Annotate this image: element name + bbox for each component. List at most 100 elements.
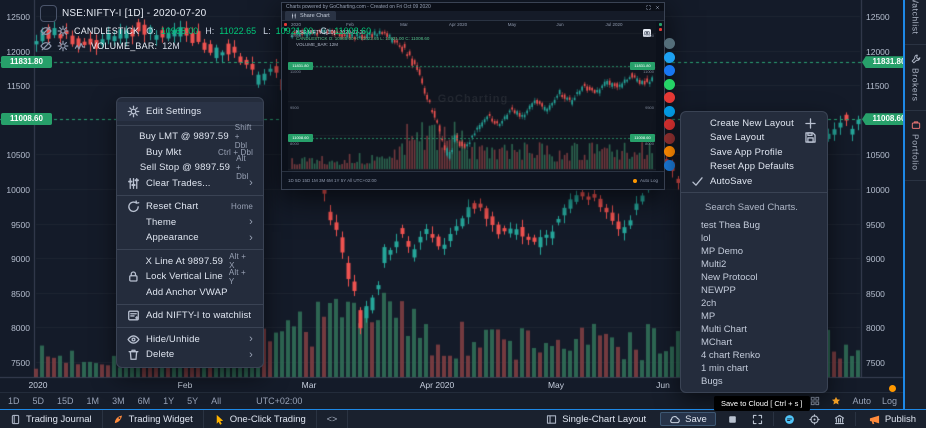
gear-icon[interactable] xyxy=(57,25,69,37)
single-chart-layout-button[interactable]: Single-Chart Layout xyxy=(536,410,656,428)
chat-icon xyxy=(784,414,795,425)
menu-item-clear-trades[interactable]: Clear Trades...› xyxy=(117,176,263,192)
menu-item-delete[interactable]: Delete› xyxy=(117,347,263,363)
timeframe-all[interactable]: All xyxy=(211,396,221,406)
menu-item-hide-unhide[interactable]: Hide/Unhide› xyxy=(117,332,263,348)
preview-price-badge: 11831.80 xyxy=(288,62,313,70)
menu-item-sell-stop-9897-59[interactable]: Sell Stop @ 9897.59Alt + Dbl xyxy=(117,160,263,176)
saved-chart-item[interactable]: New Protocol xyxy=(681,271,827,284)
timeframe-1m[interactable]: 1M xyxy=(87,396,100,406)
code-button[interactable]: <> xyxy=(317,410,349,428)
screenshot-button[interactable] xyxy=(720,410,745,428)
preview-right-strip xyxy=(656,21,664,171)
saved-chart-item[interactable]: Multi Chart xyxy=(681,323,827,336)
open-label: O: xyxy=(146,26,156,36)
menu-item-buy-lmt-9897-59[interactable]: Buy LMT @ 9897.59Shift + Dbl xyxy=(117,129,263,145)
gear-icon[interactable] xyxy=(57,40,69,52)
saved-chart-item[interactable]: NEWPP xyxy=(681,284,827,297)
target-button[interactable] xyxy=(802,410,827,428)
one-click-trading-button[interactable]: One-Click Trading xyxy=(204,410,317,428)
trading-journal-button[interactable]: Trading Journal xyxy=(0,410,103,428)
close-label: C: xyxy=(320,26,329,36)
preview-price-badge: 11008.60 xyxy=(288,134,313,142)
grid-settings-icon[interactable] xyxy=(810,396,820,406)
menu-item-reset-chart[interactable]: Reset ChartHome xyxy=(117,199,263,215)
saved-chart-item[interactable]: 2ch xyxy=(681,297,827,310)
share-copy-link-icon[interactable] xyxy=(664,38,675,49)
share-whatsapp-icon[interactable] xyxy=(664,79,675,90)
timezone-button[interactable]: UTC+02:00 xyxy=(256,396,302,406)
portfolio-icon xyxy=(911,120,921,130)
timeframe-6m[interactable]: 6M xyxy=(138,396,151,406)
trading-widget-button[interactable]: Trading Widget xyxy=(103,410,204,428)
tab-brokers[interactable]: Brokers xyxy=(905,45,926,112)
expand-icon[interactable] xyxy=(646,5,651,10)
magnifier-icon[interactable] xyxy=(40,5,57,22)
save-tooltip: Save to Cloud [ Ctrl + s ] xyxy=(714,396,810,411)
share-youtube-icon[interactable] xyxy=(664,119,675,130)
saved-chart-item[interactable]: test Thea Bug xyxy=(681,219,827,232)
saved-chart-item[interactable]: lol xyxy=(681,232,827,245)
timeframe-3m[interactable]: 3M xyxy=(112,396,125,406)
right-tab-strip: Watchlist Brokers Portfolio xyxy=(903,0,926,409)
timeframe-1y[interactable]: 1Y xyxy=(163,396,174,406)
menu-item-save-app-profile[interactable]: Save App Profile xyxy=(681,145,827,160)
share-linkedin-icon[interactable] xyxy=(664,160,675,171)
saved-chart-item[interactable]: MP Demo xyxy=(681,245,827,258)
share-twitter-icon[interactable] xyxy=(664,52,675,63)
layout-menu: Create New LayoutSave LayoutSave App Pro… xyxy=(680,111,828,393)
menu-item-x-line-at-9897-59[interactable]: X Line At 9897.59Alt + X xyxy=(117,254,263,270)
share-pinterest-icon[interactable] xyxy=(664,92,675,103)
share-telegram-icon[interactable] xyxy=(664,106,675,117)
saved-chart-item[interactable]: MChart xyxy=(681,336,827,349)
saved-chart-item[interactable]: MP xyxy=(681,310,827,323)
time-axis-label: Jun xyxy=(656,380,670,390)
menu-item-add-anchor-vwap[interactable]: Add Anchor VWAP xyxy=(117,285,263,301)
auto-scale-button[interactable]: Auto xyxy=(852,396,871,406)
saved-chart-item[interactable]: 4 chart Renko xyxy=(681,349,827,362)
preview-time-label: Apr 2020 xyxy=(449,22,467,27)
submenu-arrow-icon: › xyxy=(249,217,253,227)
star-icon[interactable] xyxy=(831,396,841,406)
notification-dot xyxy=(889,385,896,392)
menu-item-save-layout[interactable]: Save Layout xyxy=(681,131,827,146)
menu-item-edit-settings[interactable]: Edit Settings xyxy=(117,102,263,121)
megaphone-icon xyxy=(869,414,880,425)
close-icon[interactable] xyxy=(655,5,660,10)
save-button[interactable]: Save xyxy=(660,412,716,426)
publish-button[interactable]: Publish xyxy=(859,410,926,428)
menu-item-lock-vertical-line[interactable]: Lock Vertical LineAlt + Y xyxy=(117,269,263,285)
search-saved-charts-input[interactable]: Search Saved Charts. xyxy=(681,197,827,219)
tab-portfolio[interactable]: Portfolio xyxy=(905,111,926,181)
menu-item-appearance[interactable]: Appearance› xyxy=(117,230,263,246)
share-facebook-icon[interactable] xyxy=(664,65,675,76)
wrench-icon xyxy=(911,54,921,64)
eye-off-icon[interactable] xyxy=(40,25,52,37)
timeframe-5d[interactable]: 5D xyxy=(33,396,45,406)
bank-button[interactable] xyxy=(827,410,852,428)
menu-item-reset-app-defaults[interactable]: Reset App Defaults xyxy=(681,160,827,175)
chat-button[interactable] xyxy=(777,410,802,428)
submenu-arrow-icon: › xyxy=(249,233,253,243)
volume-wave-icon xyxy=(74,40,86,52)
open-value: 10965.00 xyxy=(161,26,199,36)
eye-off-icon[interactable] xyxy=(40,40,52,52)
menu-item-theme[interactable]: Theme› xyxy=(117,215,263,231)
share-reddit-icon[interactable] xyxy=(664,146,675,157)
bottom-toolbar: Trading Journal Trading Widget One-Click… xyxy=(0,409,926,428)
timeframe-5y[interactable]: 5Y xyxy=(187,396,198,406)
menu-item-create-new-layout[interactable]: Create New Layout xyxy=(681,116,827,131)
price-tick: 9000 xyxy=(0,254,30,264)
tab-watchlist[interactable]: Watchlist xyxy=(905,0,926,45)
menu-item-autosave[interactable]: AutoSave xyxy=(681,174,827,189)
timeframe-15d[interactable]: 15D xyxy=(57,396,74,406)
saved-chart-item[interactable]: Multi2 xyxy=(681,258,827,271)
menu-item-add-nifty-i-to-watchlist[interactable]: Add NIFTY-I to watchlist xyxy=(117,308,263,324)
preview-price-tick: 12500 xyxy=(643,33,654,38)
share-email-icon[interactable] xyxy=(664,133,675,144)
saved-chart-item[interactable]: Bugs xyxy=(681,375,827,388)
log-scale-button[interactable]: Log xyxy=(882,396,897,406)
saved-chart-item[interactable]: 1 min chart xyxy=(681,362,827,375)
fullscreen-button[interactable] xyxy=(745,410,770,428)
timeframe-1d[interactable]: 1D xyxy=(8,396,20,406)
